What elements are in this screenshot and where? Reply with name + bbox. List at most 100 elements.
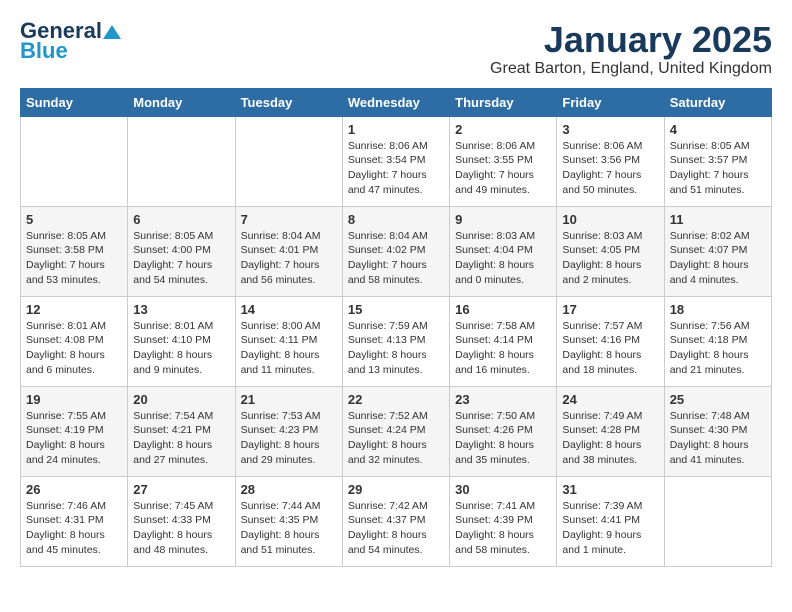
day-number: 5 bbox=[26, 212, 122, 227]
day-number: 17 bbox=[562, 302, 658, 317]
day-number: 19 bbox=[26, 392, 122, 407]
header-row: SundayMondayTuesdayWednesdayThursdayFrid… bbox=[21, 88, 772, 116]
day-info: Sunrise: 7:49 AM Sunset: 4:28 PM Dayligh… bbox=[562, 409, 658, 468]
calendar-cell: 16 Sunrise: 7:58 AM Sunset: 4:14 PM Dayli… bbox=[450, 296, 557, 386]
day-info: Sunrise: 8:05 AM Sunset: 3:57 PM Dayligh… bbox=[670, 139, 766, 198]
calendar-cell: 22 Sunrise: 7:52 AM Sunset: 4:24 PM Dayli… bbox=[342, 386, 449, 476]
calendar-cell: 15 Sunrise: 7:59 AM Sunset: 4:13 PM Dayli… bbox=[342, 296, 449, 386]
calendar-cell: 7 Sunrise: 8:04 AM Sunset: 4:01 PM Daylig… bbox=[235, 206, 342, 296]
day-number: 6 bbox=[133, 212, 229, 227]
calendar-subtitle: Great Barton, England, United Kingdom bbox=[490, 60, 772, 78]
header-cell-tuesday: Tuesday bbox=[235, 88, 342, 116]
day-info: Sunrise: 8:06 AM Sunset: 3:54 PM Dayligh… bbox=[348, 139, 444, 198]
day-info: Sunrise: 8:05 AM Sunset: 4:00 PM Dayligh… bbox=[133, 229, 229, 288]
day-info: Sunrise: 7:57 AM Sunset: 4:16 PM Dayligh… bbox=[562, 319, 658, 378]
day-number: 11 bbox=[670, 212, 766, 227]
day-info: Sunrise: 7:55 AM Sunset: 4:19 PM Dayligh… bbox=[26, 409, 122, 468]
calendar-cell: 3 Sunrise: 8:06 AM Sunset: 3:56 PM Daylig… bbox=[557, 116, 664, 206]
day-info: Sunrise: 7:54 AM Sunset: 4:21 PM Dayligh… bbox=[133, 409, 229, 468]
calendar-table: SundayMondayTuesdayWednesdayThursdayFrid… bbox=[20, 88, 772, 567]
day-info: Sunrise: 7:48 AM Sunset: 4:30 PM Dayligh… bbox=[670, 409, 766, 468]
day-info: Sunrise: 7:45 AM Sunset: 4:33 PM Dayligh… bbox=[133, 499, 229, 558]
day-info: Sunrise: 7:59 AM Sunset: 4:13 PM Dayligh… bbox=[348, 319, 444, 378]
day-number: 20 bbox=[133, 392, 229, 407]
day-number: 29 bbox=[348, 482, 444, 497]
day-number: 1 bbox=[348, 122, 444, 137]
calendar-cell: 6 Sunrise: 8:05 AM Sunset: 4:00 PM Daylig… bbox=[128, 206, 235, 296]
day-number: 4 bbox=[670, 122, 766, 137]
day-info: Sunrise: 8:05 AM Sunset: 3:58 PM Dayligh… bbox=[26, 229, 122, 288]
header-cell-thursday: Thursday bbox=[450, 88, 557, 116]
logo: General Blue bbox=[20, 20, 122, 62]
day-number: 9 bbox=[455, 212, 551, 227]
day-number: 7 bbox=[241, 212, 337, 227]
day-number: 25 bbox=[670, 392, 766, 407]
calendar-cell: 14 Sunrise: 8:00 AM Sunset: 4:11 PM Dayli… bbox=[235, 296, 342, 386]
day-number: 2 bbox=[455, 122, 551, 137]
calendar-cell: 19 Sunrise: 7:55 AM Sunset: 4:19 PM Dayli… bbox=[21, 386, 128, 476]
calendar-cell: 13 Sunrise: 8:01 AM Sunset: 4:10 PM Dayli… bbox=[128, 296, 235, 386]
calendar-cell: 25 Sunrise: 7:48 AM Sunset: 4:30 PM Dayli… bbox=[664, 386, 771, 476]
calendar-cell: 23 Sunrise: 7:50 AM Sunset: 4:26 PM Dayli… bbox=[450, 386, 557, 476]
calendar-cell: 5 Sunrise: 8:05 AM Sunset: 3:58 PM Daylig… bbox=[21, 206, 128, 296]
day-info: Sunrise: 8:06 AM Sunset: 3:55 PM Dayligh… bbox=[455, 139, 551, 198]
logo-icon bbox=[103, 25, 121, 39]
day-number: 10 bbox=[562, 212, 658, 227]
day-info: Sunrise: 8:00 AM Sunset: 4:11 PM Dayligh… bbox=[241, 319, 337, 378]
day-number: 8 bbox=[348, 212, 444, 227]
calendar-cell: 31 Sunrise: 7:39 AM Sunset: 4:41 PM Dayli… bbox=[557, 476, 664, 566]
day-number: 30 bbox=[455, 482, 551, 497]
calendar-cell: 21 Sunrise: 7:53 AM Sunset: 4:23 PM Dayli… bbox=[235, 386, 342, 476]
header-cell-wednesday: Wednesday bbox=[342, 88, 449, 116]
day-number: 3 bbox=[562, 122, 658, 137]
calendar-cell bbox=[664, 476, 771, 566]
day-info: Sunrise: 8:04 AM Sunset: 4:02 PM Dayligh… bbox=[348, 229, 444, 288]
logo-blue: Blue bbox=[20, 40, 68, 62]
day-info: Sunrise: 7:39 AM Sunset: 4:41 PM Dayligh… bbox=[562, 499, 658, 558]
day-number: 23 bbox=[455, 392, 551, 407]
day-number: 16 bbox=[455, 302, 551, 317]
calendar-cell: 9 Sunrise: 8:03 AM Sunset: 4:04 PM Daylig… bbox=[450, 206, 557, 296]
day-number: 31 bbox=[562, 482, 658, 497]
calendar-cell: 4 Sunrise: 8:05 AM Sunset: 3:57 PM Daylig… bbox=[664, 116, 771, 206]
day-info: Sunrise: 7:46 AM Sunset: 4:31 PM Dayligh… bbox=[26, 499, 122, 558]
calendar-cell: 30Sunrise: 7:41 AM Sunset: 4:39 PM Dayli… bbox=[450, 476, 557, 566]
day-number: 12 bbox=[26, 302, 122, 317]
week-row-5: 26 Sunrise: 7:46 AM Sunset: 4:31 PM Dayli… bbox=[21, 476, 772, 566]
week-row-4: 19 Sunrise: 7:55 AM Sunset: 4:19 PM Dayli… bbox=[21, 386, 772, 476]
calendar-cell: 10 Sunrise: 8:03 AM Sunset: 4:05 PM Dayli… bbox=[557, 206, 664, 296]
calendar-cell bbox=[21, 116, 128, 206]
day-info: Sunrise: 7:52 AM Sunset: 4:24 PM Dayligh… bbox=[348, 409, 444, 468]
header-cell-monday: Monday bbox=[128, 88, 235, 116]
calendar-cell: 12Sunrise: 8:01 AM Sunset: 4:08 PM Dayli… bbox=[21, 296, 128, 386]
calendar-cell bbox=[235, 116, 342, 206]
week-row-1: 1 Sunrise: 8:06 AM Sunset: 3:54 PM Daylig… bbox=[21, 116, 772, 206]
day-number: 26 bbox=[26, 482, 122, 497]
day-info: Sunrise: 8:06 AM Sunset: 3:56 PM Dayligh… bbox=[562, 139, 658, 198]
day-number: 14 bbox=[241, 302, 337, 317]
day-number: 24 bbox=[562, 392, 658, 407]
day-number: 22 bbox=[348, 392, 444, 407]
day-info: Sunrise: 7:56 AM Sunset: 4:18 PM Dayligh… bbox=[670, 319, 766, 378]
calendar-cell: 24 Sunrise: 7:49 AM Sunset: 4:28 PM Dayli… bbox=[557, 386, 664, 476]
header-cell-sunday: Sunday bbox=[21, 88, 128, 116]
day-info: Sunrise: 8:01 AM Sunset: 4:10 PM Dayligh… bbox=[133, 319, 229, 378]
header-cell-friday: Friday bbox=[557, 88, 664, 116]
day-number: 15 bbox=[348, 302, 444, 317]
day-number: 21 bbox=[241, 392, 337, 407]
day-info: Sunrise: 8:03 AM Sunset: 4:05 PM Dayligh… bbox=[562, 229, 658, 288]
day-info: Sunrise: 7:42 AM Sunset: 4:37 PM Dayligh… bbox=[348, 499, 444, 558]
calendar-title: January 2025 bbox=[490, 20, 772, 60]
header-cell-saturday: Saturday bbox=[664, 88, 771, 116]
day-info: Sunrise: 7:44 AM Sunset: 4:35 PM Dayligh… bbox=[241, 499, 337, 558]
day-info: Sunrise: 7:53 AM Sunset: 4:23 PM Dayligh… bbox=[241, 409, 337, 468]
day-info: Sunrise: 7:50 AM Sunset: 4:26 PM Dayligh… bbox=[455, 409, 551, 468]
page-header: General Blue January 2025 Great Barton, … bbox=[20, 20, 772, 78]
day-info: Sunrise: 7:58 AM Sunset: 4:14 PM Dayligh… bbox=[455, 319, 551, 378]
calendar-cell: 18Sunrise: 7:56 AM Sunset: 4:18 PM Dayli… bbox=[664, 296, 771, 386]
day-info: Sunrise: 8:04 AM Sunset: 4:01 PM Dayligh… bbox=[241, 229, 337, 288]
calendar-header: SundayMondayTuesdayWednesdayThursdayFrid… bbox=[21, 88, 772, 116]
day-info: Sunrise: 8:03 AM Sunset: 4:04 PM Dayligh… bbox=[455, 229, 551, 288]
calendar-cell: 8 Sunrise: 8:04 AM Sunset: 4:02 PM Daylig… bbox=[342, 206, 449, 296]
day-number: 13 bbox=[133, 302, 229, 317]
